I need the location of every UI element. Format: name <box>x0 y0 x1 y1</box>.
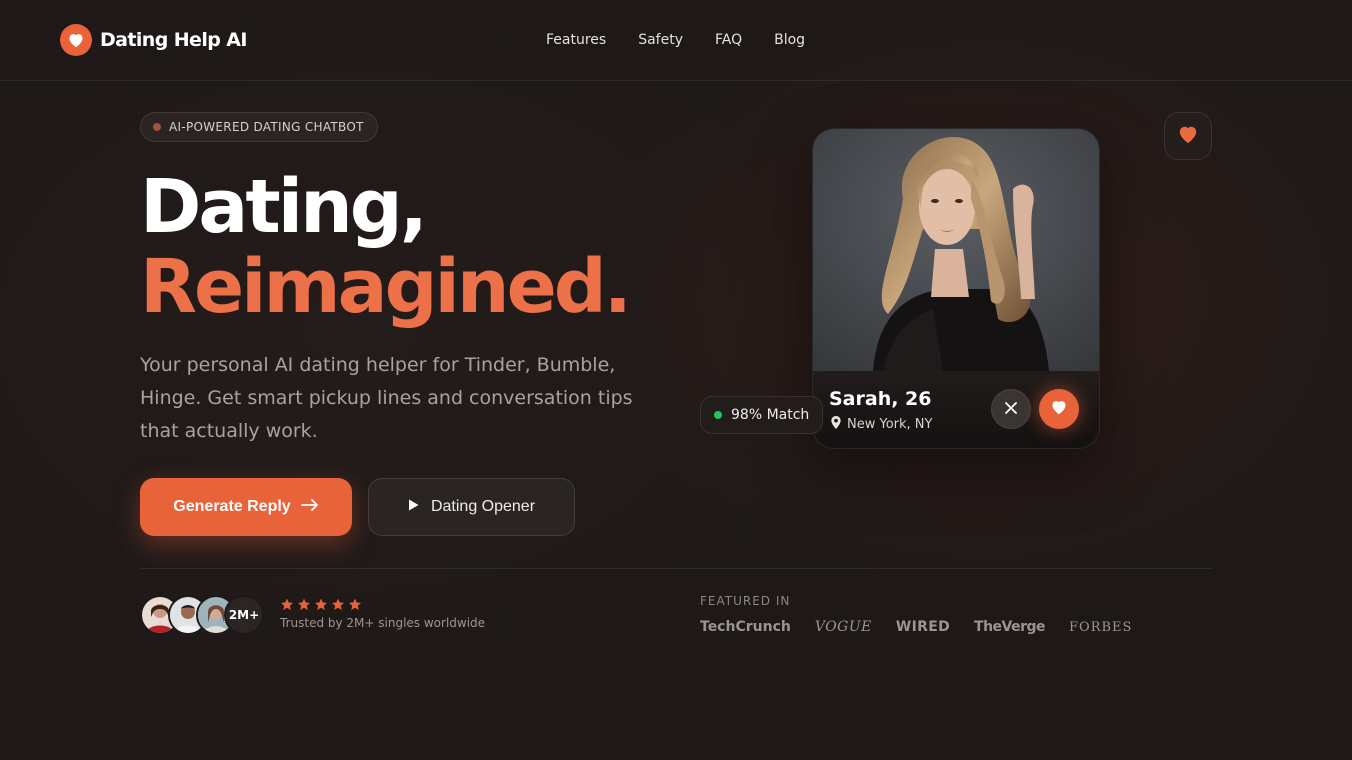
dating-opener-button[interactable]: Dating Opener <box>368 478 575 536</box>
close-icon <box>1004 400 1018 419</box>
user-avatars: 2M+ <box>140 595 270 635</box>
profile-photo <box>813 129 1099 371</box>
nav-link-faq[interactable]: FAQ <box>715 32 742 48</box>
like-button[interactable] <box>1039 389 1079 429</box>
hero-title-line1: Dating, <box>140 164 428 250</box>
brand-logo[interactable]: Dating Help AI <box>60 24 247 56</box>
pass-button[interactable] <box>991 389 1031 429</box>
status-dot <box>714 411 722 419</box>
dating-opener-label: Dating Opener <box>430 498 536 515</box>
location-pin-icon <box>831 416 841 433</box>
nav-link-blog[interactable]: Blog <box>774 32 805 48</box>
star-icon <box>348 598 362 610</box>
heart-icon <box>1050 399 1068 419</box>
brand-name: Dating Help AI <box>100 29 247 51</box>
brand-theverge: TheVerge <box>974 619 1046 635</box>
featured-brands: TechCrunch VOGUE WIRED TheVerge FORBES <box>700 619 1132 635</box>
nav-link-features[interactable]: Features <box>546 32 606 48</box>
hero-title-line2: Reimagined. <box>140 244 632 330</box>
heart-icon <box>1177 124 1199 148</box>
brand-forbes: FORBES <box>1069 619 1133 635</box>
hero-badge-text: AI-POWERED DATING CHATBOT <box>169 120 364 134</box>
trusted-text: Trusted by 2M+ singles worldwide <box>280 616 486 630</box>
brand-vogue: VOGUE <box>814 619 872 635</box>
heart-icon <box>60 24 92 56</box>
profile-card[interactable]: Sarah, 26 New York, NY <box>812 128 1100 449</box>
arrow-right-icon <box>300 498 319 516</box>
rating-stars <box>280 598 362 611</box>
profile-location: New York, NY <box>831 416 932 433</box>
badge-dot <box>153 123 161 131</box>
play-icon <box>408 498 419 516</box>
main-nav: Features Safety FAQ Blog <box>546 32 805 48</box>
star-icon <box>331 598 345 610</box>
brand-wired: WIRED <box>895 619 951 635</box>
match-text: 98% Match <box>731 407 810 423</box>
favorite-button[interactable] <box>1164 112 1212 160</box>
profile-name: Sarah, 26 <box>829 388 932 410</box>
featured-in-label: FEATURED IN <box>700 594 791 608</box>
generate-reply-button[interactable]: Generate Reply <box>140 478 352 536</box>
site-header: Dating Help AI Features Safety FAQ Blog <box>0 0 1352 81</box>
star-icon <box>297 598 311 610</box>
nav-link-safety[interactable]: Safety <box>638 32 683 48</box>
profile-location-text: New York, NY <box>847 417 933 432</box>
hero-description: Your personal AI dating helper for Tinde… <box>140 354 633 442</box>
star-icon <box>314 598 328 610</box>
profile-info: Sarah, 26 New York, NY <box>813 371 1099 448</box>
hero-badge: AI-POWERED DATING CHATBOT <box>140 112 378 142</box>
section-divider <box>140 568 1212 569</box>
brand-techcrunch: TechCrunch <box>700 619 791 635</box>
match-badge: 98% Match <box>700 396 824 434</box>
star-icon <box>280 598 294 610</box>
generate-reply-label: Generate Reply <box>173 498 291 515</box>
user-count-badge: 2M+ <box>224 595 264 635</box>
